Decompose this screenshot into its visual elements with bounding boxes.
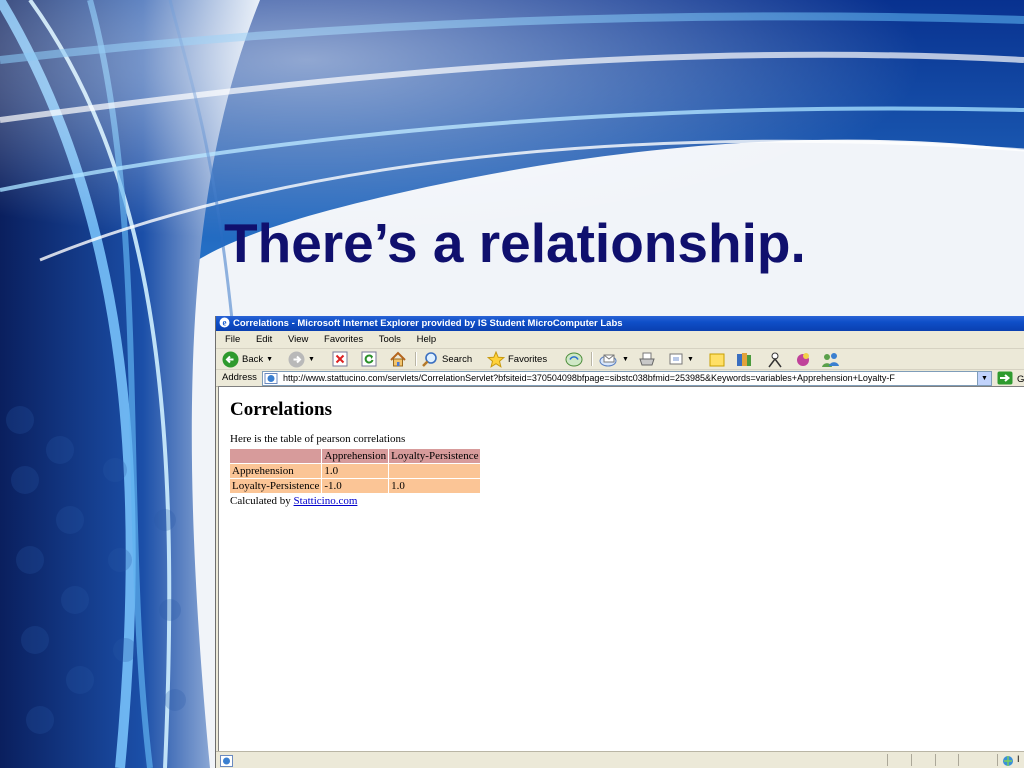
menu-edit[interactable]: Edit bbox=[256, 331, 272, 348]
refresh-button[interactable] bbox=[361, 349, 377, 369]
status-panel bbox=[935, 754, 936, 766]
refresh-icon bbox=[361, 351, 377, 367]
home-button[interactable] bbox=[389, 349, 407, 369]
internet-zone-icon bbox=[1002, 754, 1014, 768]
internet-zone-text: I bbox=[1017, 754, 1020, 764]
note-icon bbox=[708, 351, 726, 368]
menu-file[interactable]: File bbox=[225, 331, 240, 348]
status-panel bbox=[911, 754, 912, 766]
media-button[interactable] bbox=[565, 349, 583, 369]
print-button[interactable] bbox=[638, 349, 656, 369]
address-label: Address bbox=[222, 372, 257, 383]
toolbar: Back ▼ ▼ Search Favorites ▼ ▼ bbox=[216, 349, 1024, 369]
table-cell: Apprehension bbox=[230, 464, 322, 478]
extension-icon bbox=[794, 351, 812, 368]
favorites-star-icon bbox=[487, 350, 505, 368]
stop-icon bbox=[332, 351, 348, 367]
favorites-label: Favorites bbox=[508, 353, 548, 365]
menu-favorites[interactable]: Favorites bbox=[324, 331, 363, 348]
browser-window: e Correlations - Microsoft Internet Expl… bbox=[215, 316, 1024, 768]
status-bar: I bbox=[216, 751, 1024, 768]
people-button[interactable] bbox=[821, 349, 841, 369]
messenger-button[interactable] bbox=[766, 349, 784, 369]
page-heading: Correlations bbox=[230, 399, 333, 420]
page-content: Correlations Here is the table of pearso… bbox=[218, 386, 1024, 751]
table-cell: Loyalty-Persistence bbox=[230, 479, 322, 493]
address-bar: Address http://www.stattucino.com/servle… bbox=[216, 369, 1024, 387]
status-panel bbox=[997, 754, 998, 766]
print-icon bbox=[638, 351, 656, 368]
address-input[interactable]: http://www.stattucino.com/servlets/Corre… bbox=[262, 371, 992, 386]
extension-button[interactable] bbox=[794, 349, 812, 369]
mail-icon bbox=[599, 351, 619, 368]
media-icon bbox=[565, 351, 583, 368]
back-dropdown-icon[interactable]: ▼ bbox=[266, 356, 273, 363]
address-dropdown-icon[interactable]: ▼ bbox=[977, 372, 991, 385]
slide-title: There’s a relationship. bbox=[224, 212, 806, 274]
go-label: G bbox=[1017, 374, 1024, 385]
edit-button[interactable]: ▼ bbox=[668, 349, 694, 369]
page-intro: Here is the table of pearson correlation… bbox=[230, 433, 406, 445]
mail-dropdown-icon[interactable]: ▼ bbox=[622, 356, 629, 363]
forward-button[interactable]: ▼ bbox=[288, 349, 315, 369]
table-cell: 1.0 bbox=[389, 479, 481, 493]
statticino-link[interactable]: Statticino.com bbox=[294, 495, 358, 507]
table-row: Apprehension 1.0 bbox=[230, 464, 481, 478]
home-icon bbox=[389, 351, 407, 368]
back-button[interactable]: Back ▼ bbox=[222, 349, 273, 369]
messenger-person-icon bbox=[766, 351, 784, 368]
status-panel bbox=[958, 754, 959, 766]
search-button[interactable]: Search bbox=[421, 349, 472, 369]
toolbar-separator bbox=[591, 352, 593, 366]
menu-tools[interactable]: Tools bbox=[379, 331, 401, 348]
svg-text:e: e bbox=[223, 318, 227, 328]
table-cell: 1.0 bbox=[322, 464, 389, 478]
search-icon bbox=[421, 351, 439, 368]
forward-dropdown-icon[interactable]: ▼ bbox=[308, 356, 315, 363]
mail-button[interactable]: ▼ bbox=[599, 349, 629, 369]
table-cell bbox=[389, 464, 481, 478]
back-label: Back bbox=[242, 353, 264, 365]
calculated-by-text: Calculated by bbox=[230, 495, 291, 507]
research-books-icon bbox=[735, 351, 753, 368]
people-icon bbox=[821, 351, 841, 368]
forward-arrow-icon bbox=[288, 351, 305, 368]
favorites-button[interactable]: Favorites bbox=[487, 349, 547, 369]
menu-bar: File Edit View Favorites Tools Help bbox=[216, 331, 1024, 349]
status-page-icon bbox=[220, 754, 233, 768]
table-row: Loyalty-Persistence -1.0 1.0 bbox=[230, 479, 481, 493]
table-header-row: Apprehension Loyalty-Persistence bbox=[230, 449, 481, 463]
address-url: http://www.stattucino.com/servlets/Corre… bbox=[283, 373, 895, 383]
browser-titlebar[interactable]: e Correlations - Microsoft Internet Expl… bbox=[216, 316, 1024, 331]
table-header-cell bbox=[230, 449, 322, 463]
page-icon bbox=[264, 373, 278, 385]
back-arrow-icon bbox=[222, 351, 239, 368]
edit-dropdown-icon[interactable]: ▼ bbox=[687, 356, 694, 363]
stop-button[interactable] bbox=[332, 349, 348, 369]
table-header-cell: Loyalty-Persistence bbox=[389, 449, 481, 463]
table-header-cell: Apprehension bbox=[322, 449, 389, 463]
search-label: Search bbox=[442, 353, 473, 365]
menu-help[interactable]: Help bbox=[417, 331, 437, 348]
edit-page-icon bbox=[668, 351, 684, 367]
toolbar-separator bbox=[415, 352, 417, 366]
menu-view[interactable]: View bbox=[288, 331, 308, 348]
discuss-button[interactable] bbox=[708, 349, 726, 369]
research-button[interactable] bbox=[735, 349, 753, 369]
status-panel bbox=[887, 754, 888, 766]
correlation-table: Apprehension Loyalty-Persistence Apprehe… bbox=[229, 448, 481, 494]
calculated-by-line: Calculated by Statticino.com bbox=[230, 495, 357, 507]
browser-title: Correlations - Microsoft Internet Explor… bbox=[233, 318, 623, 329]
table-cell: -1.0 bbox=[322, 479, 389, 493]
